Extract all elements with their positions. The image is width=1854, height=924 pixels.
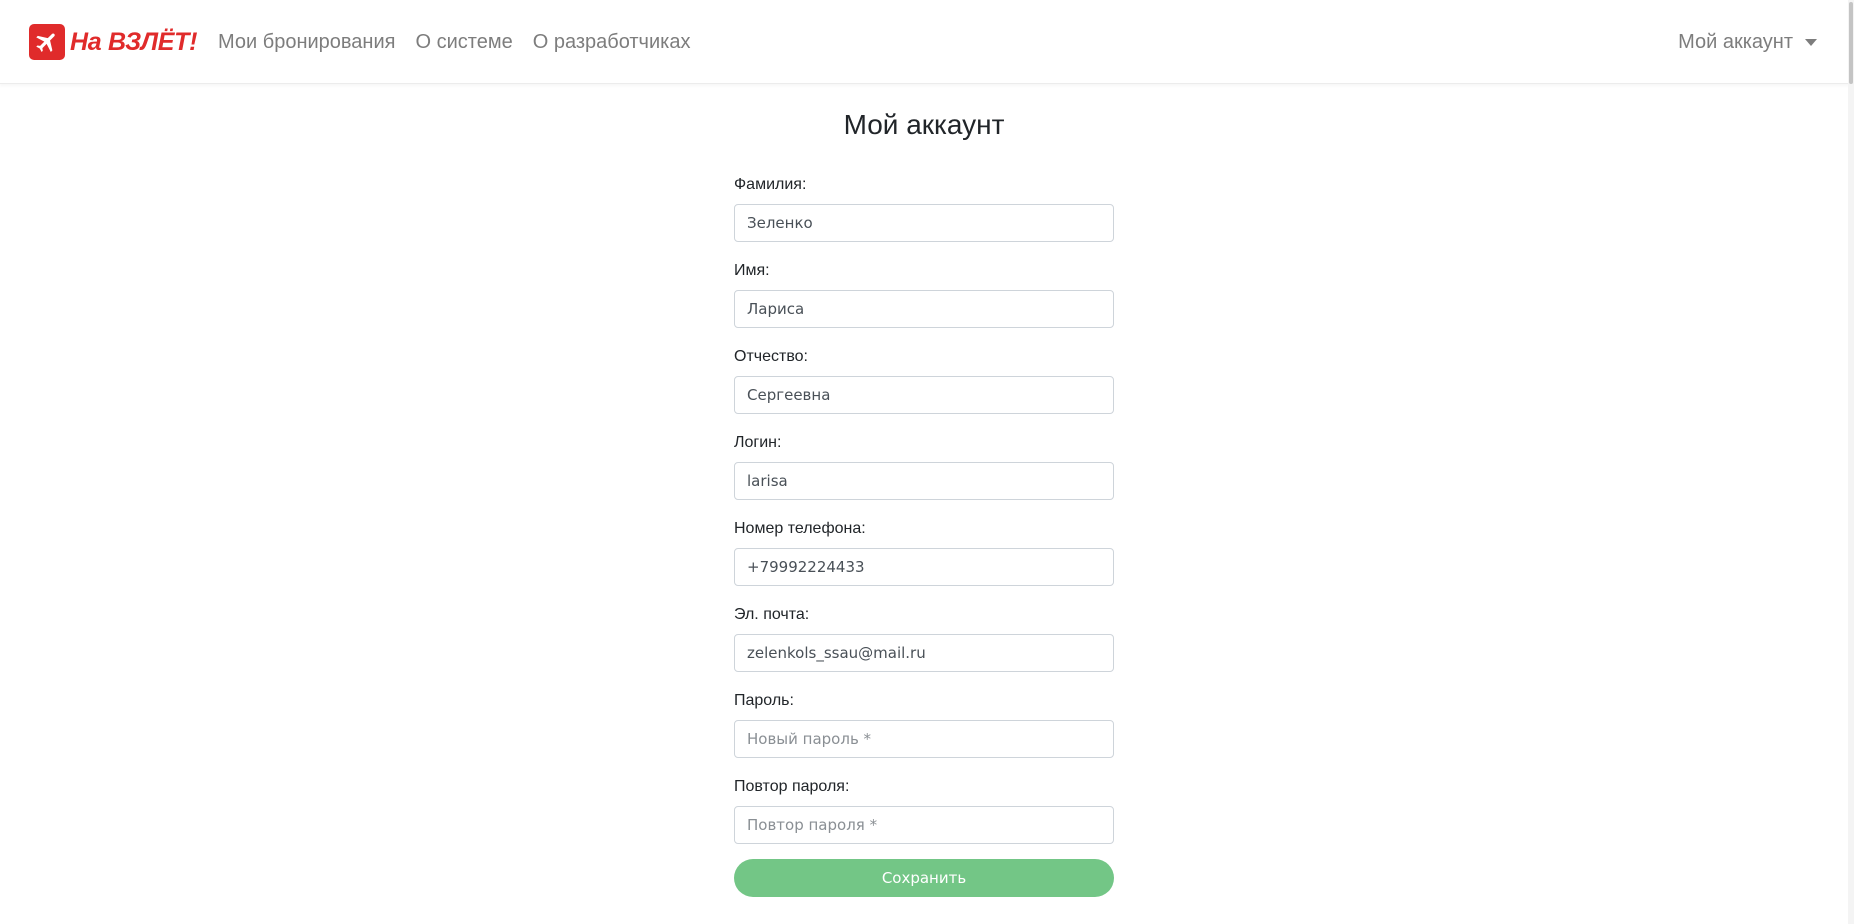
email-label: Эл. почта:: [734, 606, 810, 623]
brand-name: На ВЗЛЁТ!: [70, 27, 198, 56]
phone-label: Номер телефона:: [734, 520, 866, 537]
repeat-password-input[interactable]: [734, 806, 1114, 844]
repeat-password-label: Повтор пароля:: [734, 778, 850, 795]
first-name-label: Имя:: [734, 262, 770, 279]
caret-down-icon: [1805, 38, 1817, 46]
nav-link-about-system[interactable]: О системе: [415, 28, 512, 56]
patronymic-input[interactable]: [734, 376, 1114, 414]
password-label: Пароль:: [734, 692, 794, 709]
account-dropdown-label: Мой аккаунт: [1678, 31, 1793, 53]
scrollbar-thumb[interactable]: [1849, 2, 1853, 84]
email-input[interactable]: [734, 634, 1114, 672]
login-label: Логин:: [734, 434, 782, 451]
login-input[interactable]: [734, 462, 1114, 500]
top-navbar: На ВЗЛЁТ! Мои бронирования О системе О р…: [0, 0, 1854, 84]
new-password-input[interactable]: [734, 720, 1114, 758]
first-name-input[interactable]: [734, 290, 1114, 328]
main-nav: Мои бронирования О системе О разработчик…: [218, 28, 710, 56]
nav-link-my-bookings[interactable]: Мои бронирования: [218, 28, 395, 56]
page-scrollbar[interactable]: [1848, 0, 1854, 924]
account-dropdown[interactable]: Мой аккаунт: [1678, 28, 1817, 56]
phone-input[interactable]: [734, 548, 1114, 586]
nav-link-about-developers[interactable]: О разработчиках: [533, 28, 691, 56]
last-name-input[interactable]: [734, 204, 1114, 242]
save-button[interactable]: Сохранить: [734, 859, 1114, 897]
patronymic-label: Отчество:: [734, 348, 808, 365]
page-title: Мой аккаунт: [843, 109, 1005, 140]
brand-logo-link[interactable]: На ВЗЛЁТ!: [29, 24, 197, 60]
airplane-icon: [29, 24, 65, 60]
last-name-label: Фамилия:: [734, 176, 807, 193]
